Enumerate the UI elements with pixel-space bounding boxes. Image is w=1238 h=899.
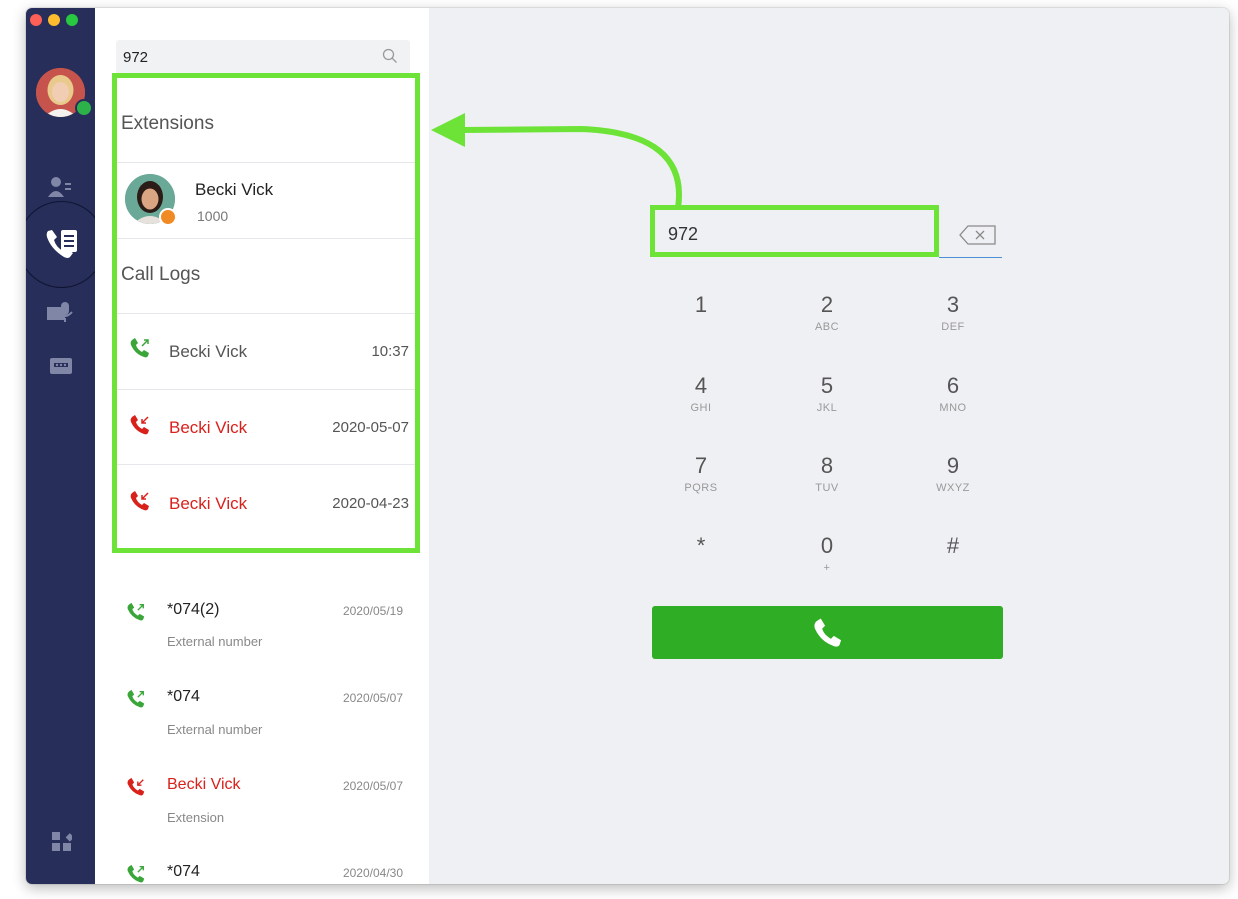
call-log-icon <box>44 227 80 268</box>
recent-title: Becki Vick <box>167 776 241 793</box>
dial-key-7[interactable]: 7 PQRS <box>671 453 731 494</box>
dial-key-8[interactable]: 8 TUV <box>797 453 857 494</box>
call-log-nav-active[interactable] <box>26 201 105 288</box>
dial-key-5[interactable]: 5 JKL <box>797 373 857 414</box>
recent-date: 2020/04/30 <box>342 866 403 880</box>
dial-key-4[interactable]: 4 GHI <box>671 373 731 414</box>
call-log-time: 2020-05-07 <box>332 419 409 436</box>
search-input[interactable]: 972 <box>116 40 410 74</box>
search-results-panel: 972 Extensions Becki Vick 1000 Call Logs… <box>95 8 429 884</box>
busy-status-icon <box>159 208 177 226</box>
recent-title: *074 <box>167 688 200 705</box>
dial-key-hash[interactable]: # <box>923 533 983 562</box>
backspace-icon[interactable] <box>959 225 997 250</box>
dial-key-star[interactable]: * <box>671 533 731 562</box>
call-log-name: Becki Vick <box>169 418 248 437</box>
call-button[interactable] <box>652 606 1003 659</box>
recent-subtitle: Extension <box>167 810 225 825</box>
extension-name: Becki Vick <box>195 180 274 199</box>
dial-key-3[interactable]: 3 DEF <box>923 292 983 333</box>
outgoing-call-icon <box>126 864 146 884</box>
missed-call-icon <box>129 490 151 517</box>
search-results-highlight: Extensions Becki Vick 1000 Call Logs Bec… <box>112 73 420 553</box>
chat-icon[interactable] <box>50 358 72 381</box>
app-window: 972 Extensions Becki Vick 1000 Call Logs… <box>26 8 1229 884</box>
recent-date: 2020/05/07 <box>342 779 403 793</box>
search-value: 972 <box>123 49 149 66</box>
dial-key-0[interactable]: 0 + <box>797 533 857 574</box>
dial-key-6[interactable]: 6 MNO <box>923 373 983 414</box>
dial-key-9[interactable]: 9 WXYZ <box>923 453 983 494</box>
recent-date: 2020/05/19 <box>342 604 403 618</box>
zoom-window-button[interactable] <box>66 14 78 26</box>
minimize-window-button[interactable] <box>48 14 60 26</box>
dialer-underline <box>939 257 1002 258</box>
outgoing-call-icon <box>129 337 151 364</box>
online-status-icon <box>75 99 93 117</box>
call-log-name: Becki Vick <box>169 342 248 361</box>
outgoing-call-icon <box>126 689 146 714</box>
sidebar-nav <box>26 8 105 884</box>
recent-subtitle: External number <box>167 722 263 737</box>
call-log-name: Becki Vick <box>169 494 248 513</box>
close-window-button[interactable] <box>30 14 42 26</box>
call-logs-heading: Call Logs <box>121 264 201 285</box>
recent-title: *074 <box>167 863 200 880</box>
apps-icon[interactable] <box>52 832 75 857</box>
call-log-time: 2020-04-23 <box>332 495 409 512</box>
dial-key-1[interactable]: 1 <box>671 292 731 321</box>
annotation-arrow <box>431 113 682 209</box>
outgoing-call-icon <box>126 602 146 627</box>
contacts-icon[interactable] <box>48 176 72 203</box>
recent-date: 2020/05/07 <box>342 691 403 705</box>
extensions-heading: Extensions <box>121 113 214 134</box>
dialer-value: 972 <box>668 224 699 244</box>
missed-call-icon <box>126 777 146 802</box>
dialer-number-input[interactable]: 972 <box>650 205 939 257</box>
search-icon[interactable] <box>382 48 398 69</box>
missed-call-icon <box>129 414 151 441</box>
extension-number: 1000 <box>197 208 229 224</box>
recent-subtitle: External number <box>167 634 263 649</box>
dial-key-2[interactable]: 2 ABC <box>797 292 857 333</box>
recent-title: *074(2) <box>167 601 220 618</box>
phone-icon <box>812 617 844 654</box>
voicemail-icon[interactable] <box>47 302 75 327</box>
call-log-time: 10:37 <box>371 343 409 360</box>
